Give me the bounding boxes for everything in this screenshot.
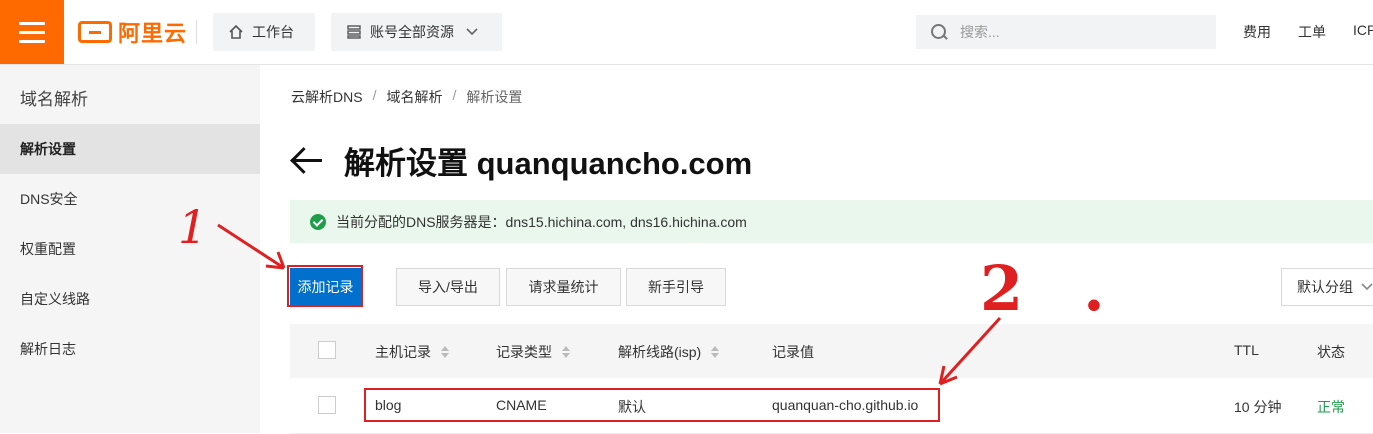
column-header-value: 记录值	[772, 344, 814, 360]
search-box[interactable]	[916, 15, 1216, 49]
hamburger-menu-button[interactable]	[0, 0, 64, 64]
import-export-button[interactable]: 导入/导出	[396, 268, 500, 306]
column-header-host[interactable]: 主机记录	[375, 342, 449, 362]
sidebar-item-dns-settings[interactable]: 解析设置	[0, 124, 260, 174]
sidebar-item-label: 解析日志	[20, 341, 76, 357]
hamburger-icon-line	[19, 39, 45, 43]
search-icon	[930, 23, 948, 41]
resources-icon	[346, 24, 362, 40]
sidebar-item-weight-config[interactable]: 权重配置	[0, 224, 260, 274]
check-circle-icon	[310, 213, 326, 230]
chevron-down-icon	[1361, 280, 1373, 294]
aliyun-logo-icon	[78, 21, 112, 43]
page-header: 解析设置 quanquancho.com	[290, 138, 752, 182]
sidebar-item-label: 自定义线路	[20, 291, 90, 307]
column-header-ttl: TTL	[1234, 342, 1259, 358]
sidebar-item-dns-logs[interactable]: 解析日志	[0, 324, 260, 374]
annotation-mark-2: 2.	[980, 252, 1165, 325]
dns-notice-text: 当前分配的DNS服务器是：dns15.hichina.com, dns16.hi…	[336, 213, 747, 230]
top-link-icp[interactable]: ICP	[1353, 22, 1373, 38]
sort-icon[interactable]	[711, 346, 720, 358]
resources-dropdown[interactable]: 账号全部资源	[331, 13, 502, 51]
top-link-billing[interactable]: 费用	[1243, 22, 1271, 42]
row-checkbox[interactable]	[318, 396, 336, 414]
column-label: 主机记录	[375, 344, 431, 360]
table-header: 主机记录 记录类型 解析线路(isp) 记录值 TTL 状态	[290, 324, 1373, 378]
chevron-down-icon	[466, 25, 478, 39]
arrow-head-icon	[265, 251, 286, 270]
group-select-value: 默认分组	[1297, 279, 1353, 295]
group-select[interactable]: 默认分组	[1281, 268, 1373, 306]
breadcrumb-current: 解析设置	[466, 89, 523, 105]
column-header-status: 状态	[1317, 344, 1345, 360]
sidebar-title: 域名解析	[20, 90, 88, 109]
page-title: 解析设置 quanquancho.com	[344, 145, 753, 181]
column-header-line[interactable]: 解析线路(isp)	[618, 342, 720, 362]
sidebar-item-dns-security[interactable]: DNS安全	[0, 174, 260, 224]
back-arrow-icon[interactable]	[290, 145, 326, 175]
breadcrumb-item[interactable]: 云解析DNS	[291, 87, 363, 107]
sidebar-item-label: DNS安全	[20, 191, 78, 207]
logo-text: 阿里云	[118, 21, 188, 46]
home-icon	[228, 24, 244, 40]
annotation-highlight-box	[287, 265, 363, 307]
breadcrumb-separator: /	[372, 87, 377, 103]
workbench-button[interactable]: 工作台	[213, 13, 315, 51]
guide-button[interactable]: 新手引导	[626, 268, 726, 306]
annotation-highlight-box	[364, 388, 940, 422]
sort-icon[interactable]	[441, 346, 449, 358]
sidebar-item-custom-lines[interactable]: 自定义线路	[0, 274, 260, 324]
breadcrumb: 云解析DNS / 域名解析 / 解析设置	[291, 87, 522, 107]
sort-icon[interactable]	[562, 346, 570, 358]
column-label: 解析线路(isp)	[618, 344, 702, 360]
request-stats-button[interactable]: 请求量统计	[506, 268, 621, 306]
column-header-type[interactable]: 记录类型	[496, 342, 570, 362]
hamburger-icon	[19, 21, 45, 25]
top-link-tickets[interactable]: 工单	[1298, 22, 1326, 42]
select-all-checkbox[interactable]	[318, 341, 336, 359]
dns-server-notice: 当前分配的DNS服务器是：dns15.hichina.com, dns16.hi…	[290, 200, 1373, 243]
column-label: 记录类型	[496, 344, 552, 360]
resources-label: 账号全部资源	[370, 24, 454, 40]
breadcrumb-separator: /	[452, 87, 457, 103]
workbench-label: 工作台	[252, 24, 294, 40]
sidebar: 域名解析 解析设置 DNS安全 权重配置 自定义线路 解析日志	[0, 65, 260, 433]
hamburger-icon-line	[19, 30, 45, 34]
aliyun-logo[interactable]: 阿里云	[78, 18, 187, 46]
cell-status: 正常	[1317, 399, 1345, 415]
sidebar-item-label: 解析设置	[20, 141, 76, 157]
top-navigation-bar: 阿里云 工作台 账号全部资源 费用 工单 ICP	[0, 0, 1373, 65]
breadcrumb-item[interactable]: 域名解析	[386, 87, 442, 107]
search-input[interactable]	[958, 23, 1182, 41]
divider	[196, 20, 197, 44]
cell-ttl: 10 分钟	[1234, 399, 1282, 415]
sidebar-item-label: 权重配置	[20, 241, 76, 257]
